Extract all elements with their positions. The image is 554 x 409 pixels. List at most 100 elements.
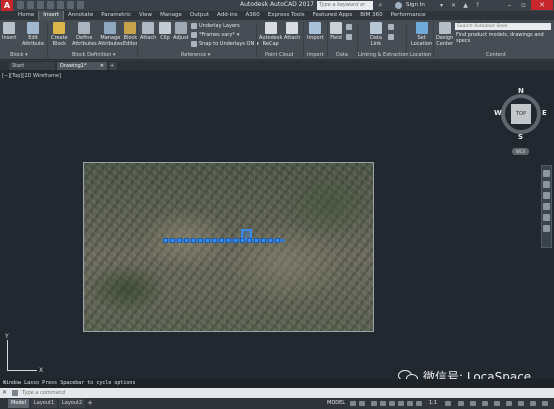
ribbon-tab-view[interactable]: View <box>135 11 156 20</box>
route-vertex-grip[interactable] <box>226 238 231 243</box>
insert-block-button[interactable]: Insert <box>2 22 16 41</box>
underlay-layers-button[interactable]: Underlay Layers <box>191 23 240 29</box>
maximize-button[interactable]: ▫ <box>517 0 530 10</box>
ribbon-tab-featured-apps[interactable]: Featured Apps <box>309 11 357 20</box>
object-snap-icon[interactable] <box>407 401 413 406</box>
ribbon-tab-manage[interactable]: Manage <box>156 11 186 20</box>
route-vertex-grip[interactable] <box>184 238 189 243</box>
panel-label-block-definition[interactable]: Block Definition ▾ <box>72 52 115 58</box>
data-link-button[interactable]: Data Link <box>370 22 382 47</box>
workspace-switching-icon[interactable] <box>445 401 451 406</box>
snap-mode-icon[interactable] <box>359 401 365 406</box>
new-tab-button[interactable]: + <box>109 62 117 70</box>
compass-north[interactable]: N <box>518 87 524 95</box>
ribbon-tab-a360[interactable]: A360 <box>242 11 264 20</box>
polar-tracking-icon[interactable] <box>380 401 386 406</box>
lock-ui-icon[interactable] <box>494 401 500 406</box>
set-location-button[interactable]: Set Location <box>411 22 432 47</box>
command-input[interactable] <box>22 389 542 397</box>
orbit-icon[interactable] <box>543 203 550 210</box>
clean-screen-icon[interactable] <box>530 401 536 406</box>
quick-properties-icon[interactable] <box>482 401 488 406</box>
layout-tab-model[interactable]: Model <box>8 399 30 408</box>
annotation-scale[interactable]: 1:1 <box>429 399 437 408</box>
stay-connected-icon[interactable]: ▲ <box>461 1 470 10</box>
viewport-controls-label[interactable]: [−][Top][2D Wireframe] <box>2 73 61 79</box>
attach-button[interactable]: Attach <box>140 22 156 41</box>
route-vertex-grip[interactable] <box>275 238 280 243</box>
compass-east[interactable]: E <box>542 109 547 117</box>
define-attributes-button[interactable]: Define Attributes <box>72 22 97 47</box>
annotation-monitor-icon[interactable] <box>458 401 464 406</box>
route-vertex-grip[interactable] <box>240 238 245 243</box>
route-vertex-grip[interactable] <box>219 238 224 243</box>
route-vertex-grip[interactable] <box>247 238 252 243</box>
minimize-button[interactable]: – <box>503 0 516 10</box>
route-vertex-grip[interactable] <box>205 238 210 243</box>
route-vertex-grip[interactable] <box>261 238 266 243</box>
cart-icon[interactable]: ▾ <box>437 1 446 10</box>
extract-data-icon[interactable] <box>388 24 394 30</box>
showmotion-icon[interactable] <box>543 214 550 221</box>
file-tab-start[interactable]: Start <box>9 62 55 70</box>
route-vertex-grip[interactable] <box>170 238 175 243</box>
compass-west[interactable]: W <box>494 109 502 117</box>
annotation-visibility-icon[interactable] <box>416 401 422 406</box>
grid-icon[interactable] <box>350 401 356 406</box>
import-button[interactable]: Import <box>307 22 324 41</box>
attach-point-cloud-button[interactable]: Attach <box>284 22 300 41</box>
snap-to-underlays-dropdown[interactable]: Snap to Underlays ON ▾ <box>191 41 259 47</box>
wcs-menu[interactable]: WCS <box>512 148 529 155</box>
model-space-indicator[interactable]: MODEL <box>327 399 345 408</box>
ortho-icon[interactable] <box>371 401 377 406</box>
object-snap-tracking-icon[interactable] <box>398 401 404 406</box>
close-window-button[interactable]: ✕ <box>531 0 553 10</box>
command-prompt-icon[interactable] <box>12 390 18 396</box>
route-vertex-grip[interactable] <box>268 238 273 243</box>
edit-attribute-button[interactable]: Edit Attribute <box>22 22 44 47</box>
file-tab-drawing1[interactable]: Drawing1* ✕ <box>57 62 107 70</box>
ribbon-tab-bim-360[interactable]: BIM 360 <box>356 11 386 20</box>
panel-label-block[interactable]: Block ▾ <box>10 52 28 58</box>
units-icon[interactable] <box>470 401 476 406</box>
isolate-objects-icon[interactable] <box>506 401 512 406</box>
create-block-button[interactable]: Create Block <box>51 22 68 47</box>
ole-object-icon[interactable] <box>346 34 352 40</box>
adjust-button[interactable]: Adjust <box>173 22 189 41</box>
zoom-icon[interactable] <box>543 192 550 199</box>
search-icon[interactable]: ⌕ <box>376 1 385 10</box>
isodraft-icon[interactable] <box>389 401 395 406</box>
sign-in-button[interactable]: Sign In <box>406 1 425 10</box>
recap-button[interactable]: Autodesk ReCap <box>259 22 282 47</box>
navbar-settings-icon[interactable] <box>543 225 550 232</box>
ribbon-tab-add-ins[interactable]: Add-ins <box>213 11 242 20</box>
steering-wheel-icon[interactable] <box>543 170 550 177</box>
ribbon-tab-insert[interactable]: Insert <box>38 11 65 20</box>
manage-attributes-button[interactable]: Manage Attributes <box>98 22 123 47</box>
add-layout-button[interactable]: + <box>86 399 94 408</box>
update-fields-icon[interactable] <box>388 34 394 40</box>
customization-menu-icon[interactable] <box>542 401 548 406</box>
ribbon-tab-parametric[interactable]: Parametric <box>97 11 135 20</box>
route-vertex-grip[interactable] <box>191 238 196 243</box>
drawing-canvas[interactable]: [−][Top][2D Wireframe] TOP N S E W WCS Y… <box>0 70 554 379</box>
design-center-button[interactable]: Design Center <box>436 22 453 47</box>
field-button[interactable]: Field <box>330 22 342 41</box>
ribbon-tab-express-tools[interactable]: Express Tools <box>264 11 309 20</box>
seek-search-input[interactable]: Search Autodesk Seek <box>455 23 551 30</box>
satellite-image-underlay[interactable] <box>83 162 374 332</box>
close-icon[interactable]: ✕ <box>2 389 7 396</box>
route-vertex-grip[interactable] <box>163 238 168 243</box>
panel-label-reference[interactable]: Reference ▾ <box>181 52 210 58</box>
route-vertex-grip[interactable] <box>254 238 259 243</box>
exchange-apps-icon[interactable]: ✕ <box>449 1 458 10</box>
hardware-acceleration-icon[interactable] <box>518 401 524 406</box>
pan-icon[interactable] <box>543 181 550 188</box>
route-vertex-grip[interactable] <box>198 238 203 243</box>
ribbon-tab-output[interactable]: Output <box>186 11 213 20</box>
clip-button[interactable]: Clip <box>159 22 171 41</box>
viewcube-top-face[interactable]: TOP <box>511 104 531 124</box>
block-editor-button[interactable]: Block Editor <box>123 22 138 47</box>
route-vertex-grip[interactable] <box>177 238 182 243</box>
compass-south[interactable]: S <box>518 133 523 141</box>
